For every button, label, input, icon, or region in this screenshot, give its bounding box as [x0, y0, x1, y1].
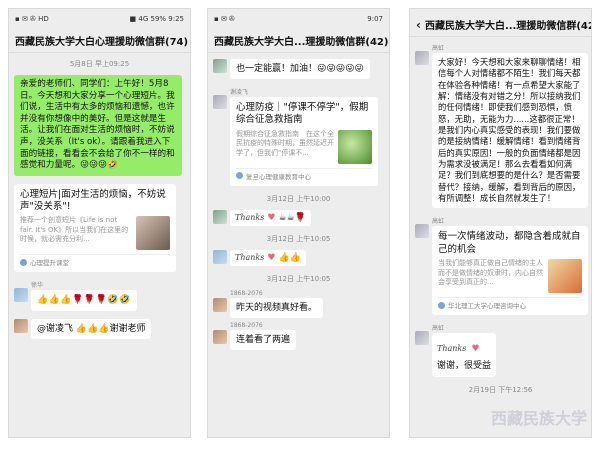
status-time: 9:07 — [367, 15, 383, 23]
message-row: 也一定能赢！加油！😜😜😜😜😜 — [208, 57, 389, 81]
thanks-text: Thanks — [235, 213, 265, 223]
link-description: 当我们能够真正做自己情绪的主人而不是做情绪的奴隶时，内心自然会享受到真正的... — [438, 259, 543, 287]
link-source: 复旦心理健康教育中心 — [236, 167, 372, 181]
status-bar: ▪ ✉ ✇ HD ■ 4G 59% 9:25 — [9, 9, 190, 29]
link-title: 每一次情绪波动，都隐含着成就自己的机会 — [438, 231, 581, 255]
watermark: 西藏民族大学 — [490, 409, 587, 428]
chat-header: ‹ 西藏民族大学大白...理援助微信群(42) — [410, 13, 591, 37]
avatar[interactable] — [213, 95, 227, 110]
heart-icon: ♥ — [267, 252, 276, 263]
timestamp: 2月19日 下午12:56 — [468, 386, 533, 395]
sender-name: 1868-2076 — [230, 289, 263, 297]
message-row: 亲爱的老师们、同学们：上午好！5月8日。今天想和大家分享一个心理短片。我们说，生… — [9, 73, 190, 178]
link-description: 推荐一个创意短片《Life is not fair. It's OK》所以当我们… — [20, 216, 129, 244]
chat-screenshot-1: ▪ ✉ ✇ HD ■ 4G 59% 9:25 西藏民族大学大白心理援助微信群(7… — [8, 8, 191, 438]
link-source-label: 华北理工大学心理咨询中心 — [448, 302, 526, 311]
status-icons-left: ▪ ✉ ✇ — [214, 15, 235, 23]
chat-screenshot-2: ▪ ✉ ✇ 9:07 西藏民族大学大白...理援助微信群(42) 也一定能赢！加… — [207, 8, 390, 438]
link-thumbnail — [136, 216, 170, 251]
timestamp: 3月12日 上午10:00 — [266, 194, 331, 203]
message-row: 高虹 Thanks ♥ 谢谢，很受益 — [410, 321, 591, 379]
avatar[interactable] — [213, 297, 227, 312]
emoji-bubble[interactable]: 👍👍👍🌹🌹🌹🤣🤣 — [31, 290, 137, 311]
sender-name: 高虹 — [432, 325, 445, 333]
back-arrow-icon[interactable]: ‹ — [416, 18, 421, 32]
avatar[interactable] — [213, 209, 227, 224]
message-bubble[interactable]: 也一定能赢！加油！😜😜😜😜😜 — [230, 59, 370, 80]
heart-icon: ♥ — [267, 212, 276, 223]
avatar[interactable] — [14, 318, 28, 333]
avatar[interactable] — [213, 249, 227, 264]
source-icon — [438, 301, 445, 309]
avatar[interactable] — [14, 288, 28, 303]
avatar[interactable] — [415, 224, 429, 239]
timestamp: 3月12日 上午10:05 — [266, 234, 331, 243]
status-icons-right: ■ 4G 59% 9:25 — [129, 15, 184, 23]
link-card[interactable]: 心理短片|面对生活的烦恼，不妨说声"没关系"! 推荐一个创意短片《Life is… — [14, 183, 176, 273]
avatar[interactable] — [213, 329, 227, 344]
avatar[interactable] — [415, 331, 429, 346]
reply-bubble[interactable]: @谢凌飞 👍👍👍谢谢老师 — [31, 318, 152, 339]
message-bubble[interactable]: 连着看了两遍 — [230, 329, 297, 351]
message-bubble[interactable]: 大家好！今天想和大家来聊聊情绪！相信每个人对情绪都不陌生！我们每天都在体验各种情… — [432, 53, 588, 209]
thanks-text: Thanks — [235, 253, 265, 263]
message-text: 谢谢，很受益 — [437, 358, 492, 375]
link-row: 心理短片|面对生活的烦恼，不妨说声"没关系"! 推荐一个创意短片《Life is… — [9, 182, 190, 275]
message-row: 1868-2076 连着看了两遍 — [208, 320, 389, 352]
thanks-sticker[interactable]: Thanks ♥ ☕☕🌹 — [230, 209, 311, 226]
message-bubble[interactable]: 昨天的视频真好看。 — [230, 297, 324, 318]
thanks-line: Thanks ♥ — [437, 336, 480, 355]
source-icon — [236, 172, 243, 180]
sender-name: 1868-2076 — [230, 321, 263, 329]
timestamp: 3月12日 上午10:05 — [266, 274, 331, 283]
message-row: 高虹 每一次情绪波动，都隐含着成就自己的机会 当我们能够真正做自己情绪的主人而不… — [410, 214, 591, 317]
coffee-cups-icon: ☕☕🌹 — [278, 212, 306, 223]
thumbs-up-icon: 👍👍 — [278, 252, 301, 263]
link-thumbnail — [548, 259, 582, 294]
avatar[interactable] — [213, 59, 227, 73]
timestamp: 5月8日 早上09:25 — [69, 60, 130, 68]
sender-name: 徐华 — [31, 282, 44, 290]
chat-title[interactable]: 西藏民族大学大白...理援助微信群(42) — [208, 29, 389, 53]
sender-name: 谢凌飞 — [230, 89, 249, 97]
green-message-bubble[interactable]: 亲爱的老师们、同学们：上午好！5月8日。今天想和大家分享一个心理短片。我们说，生… — [14, 75, 182, 176]
message-row: 1868-2076 昨天的视频真好看。 — [208, 288, 389, 320]
message-row: 徐华 👍👍👍🌹🌹🌹🤣🤣 — [9, 278, 190, 312]
sender-name: 高虹 — [432, 218, 445, 226]
status-icons-left: ▪ ✉ ✇ HD — [15, 15, 49, 23]
link-description: 假期综合征急救指南 在这个全民抗疫的特殊时期，虽然延迟开学了，但我们"停课不..… — [236, 129, 334, 157]
message-row: 高虹 大家好！今天想和大家来聊聊情绪！相信每个人对情绪都不陌生！我们每天都在体验… — [410, 41, 591, 210]
link-card[interactable]: 每一次情绪波动，都隐含着成就自己的机会 当我们能够真正做自己情绪的主人而不是做情… — [432, 226, 588, 316]
thanks-sticker[interactable]: Thanks ♥ 👍👍 — [230, 249, 306, 266]
link-source-label: 心理提升课堂 — [30, 259, 69, 268]
avatar[interactable] — [415, 51, 429, 65]
link-title: 心理短片|面对生活的烦恼，不妨说声"没关系"! — [20, 188, 166, 213]
chat-title[interactable]: 西藏民族大学大白心理援助微信群(74) — [9, 29, 190, 53]
sender-name: 高虹 — [432, 45, 445, 52]
message-row: Thanks ♥ 👍👍 — [208, 248, 389, 268]
chat-screenshot-3: ‹ 西藏民族大学大白...理援助微信群(42) 高虹 大家好！今天想和大家来聊聊… — [409, 8, 592, 438]
link-source-label: 复旦心理健康教育中心 — [246, 172, 311, 181]
link-source: 心理提升课堂 — [20, 254, 170, 267]
source-icon — [20, 258, 27, 266]
link-title: 心理防疫｜"停课不停学"，假期综合征急救指南 — [236, 102, 369, 126]
thanks-text: Thanks — [437, 344, 467, 354]
status-bar: ▪ ✉ ✇ 9:07 — [208, 9, 389, 29]
message-row: 谢凌飞 心理防疫｜"停课不停学"，假期综合征急救指南 假期综合征急救指南 在这个… — [208, 85, 389, 188]
thanks-sticker[interactable]: Thanks ♥ 谢谢，很受益 — [432, 333, 497, 378]
link-source: 华北理工大学心理咨询中心 — [438, 297, 582, 310]
message-row: Thanks ♥ ☕☕🌹 — [208, 208, 389, 228]
heart-icon: ♥ — [471, 344, 480, 355]
link-card[interactable]: 心理防疫｜"停课不停学"，假期综合征急救指南 假期综合征急救指南 在这个全民抗疫… — [230, 97, 378, 186]
message-row: @谢凌飞 👍👍👍谢谢老师 — [9, 317, 190, 341]
link-thumbnail — [338, 129, 372, 164]
chat-title[interactable]: 西藏民族大学大白...理援助微信群(42) — [425, 17, 591, 32]
